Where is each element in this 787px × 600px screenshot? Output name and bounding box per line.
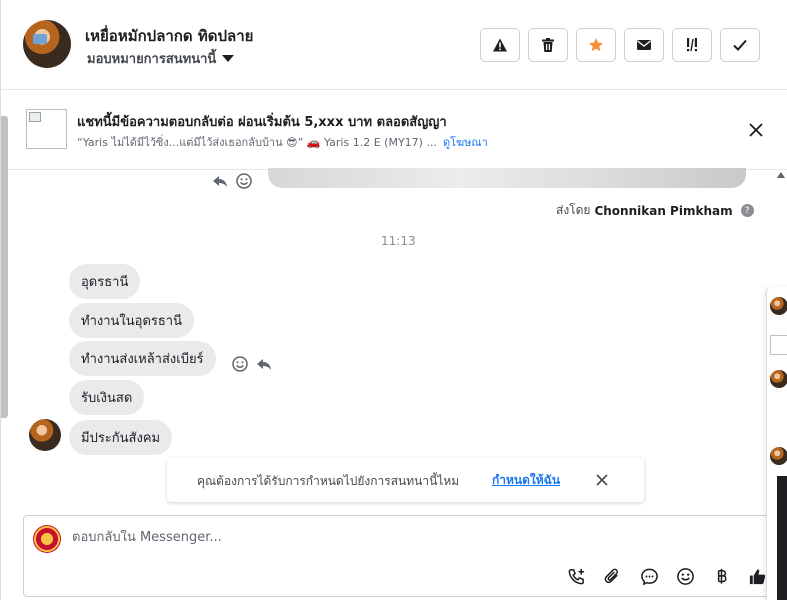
mark-unread-button[interactable] (624, 28, 664, 62)
contact-avatar[interactable] (23, 20, 71, 68)
question-icon[interactable]: ? (740, 204, 754, 217)
message-bubble[interactable]: ทำงานในอุดรธานี (69, 303, 194, 338)
page-avatar (33, 525, 61, 553)
react-icon[interactable] (235, 172, 253, 190)
close-icon[interactable] (747, 121, 765, 139)
caret-down-icon (222, 55, 235, 62)
star-button[interactable] (576, 28, 616, 62)
baht-icon (717, 568, 727, 584)
message-bubble[interactable]: ทำงานส่งเหล้าส่งเบียร์ (69, 341, 216, 376)
report-button[interactable] (480, 28, 520, 62)
star-icon (589, 38, 603, 52)
contact-avatar (29, 419, 61, 451)
delete-button[interactable] (528, 28, 568, 62)
ad-thumbnail[interactable] (26, 109, 67, 149)
avatar (770, 297, 787, 315)
message-bubble[interactable]: อุดรธานี (69, 264, 141, 299)
image-placeholder (770, 335, 787, 355)
like-button[interactable] (747, 566, 767, 586)
reply-composer (23, 515, 787, 597)
avatar (770, 447, 787, 465)
ad-title: แชทนี้มีข้อความตอบกลับต่อ ผ่อนเริ่มต้น 5… (77, 115, 447, 130)
call-button[interactable] (566, 566, 586, 586)
emoji-icon (676, 567, 694, 585)
check-icon (733, 39, 747, 51)
message-bubble[interactable]: มีประกันสังคม (69, 420, 173, 455)
assign-toast: คุณต้องการได้รับการกำหนดไปยังการสนทนานี้… (167, 458, 644, 502)
sent-by-name: Chonnikan Pimkham (594, 203, 733, 218)
contact-name[interactable]: เหยื่อหมักปลากด ทิดปลาย (85, 24, 253, 48)
message-bubble[interactable]: รับเงินสด (69, 380, 145, 415)
sent-by-prefix: ส่งโดย (556, 203, 591, 217)
paperclip-icon (604, 568, 618, 583)
ad-subtitle: “Yaris ไม่ได้มีไว้ซิ่ง...แต่มีไว้ส่งเธอก… (77, 133, 488, 151)
toast-text: คุณต้องการได้รับการกำหนดไปยังการสนทนานี้… (197, 474, 460, 488)
emoji-button[interactable] (675, 566, 695, 586)
attach-button[interactable] (602, 566, 622, 586)
assign-dropdown[interactable]: มอบหมายการสนทนานี้ (87, 48, 235, 69)
message-timestamp: 11:13 (381, 234, 416, 248)
saved-replies-button[interactable] (639, 566, 659, 586)
thumbs-up-icon (749, 568, 765, 584)
trash-icon (542, 38, 554, 52)
scroll-up-arrow[interactable] (777, 172, 785, 178)
assign-label: มอบหมายการสนทนานี้ (87, 52, 217, 67)
inbox-conversation-view: เหยื่อหมักปลากด ทิดปลาย มอบหมายการสนทนาน… (0, 0, 787, 600)
warning-icon (493, 38, 507, 52)
envelope-icon (637, 40, 651, 50)
side-panel[interactable]: S A (766, 287, 787, 600)
assign-to-me-link[interactable]: กำหนดให้ฉัน (492, 471, 560, 490)
payment-button[interactable] (711, 566, 731, 586)
ad-referral-banner: แชทนี้มีข้อความตอบกลับต่อ ผ่อนเริ่มต้น 5… (1, 91, 787, 170)
sent-by-info: ส่งโดย Chonnikan Pimkham ? (556, 201, 754, 220)
done-button[interactable] (720, 28, 760, 62)
react-icon[interactable] (231, 355, 249, 373)
view-ad-link[interactable]: ดูโฆษณา (443, 136, 488, 149)
reply-icon[interactable] (255, 355, 273, 373)
chat-bubble-icon (640, 568, 658, 585)
conversation-header: เหยื่อหมักปลากด ทิดปลาย มอบหมายการสนทนาน… (1, 0, 787, 90)
reply-icon[interactable] (211, 172, 229, 190)
reply-input[interactable] (72, 530, 572, 545)
exclamation-icon (687, 38, 697, 52)
close-icon[interactable] (595, 473, 609, 487)
follow-up-button[interactable] (672, 28, 712, 62)
scrollbar[interactable] (1, 116, 8, 418)
avatar (770, 370, 787, 388)
image-attachment[interactable] (268, 168, 746, 188)
panel-text: A (783, 533, 787, 547)
call-plus-icon (568, 568, 584, 584)
panel-text: S (783, 515, 787, 529)
ad-subtitle-text: “Yaris ไม่ได้มีไว้ซิ่ง...แต่มีไว้ส่งเธอก… (77, 136, 437, 149)
